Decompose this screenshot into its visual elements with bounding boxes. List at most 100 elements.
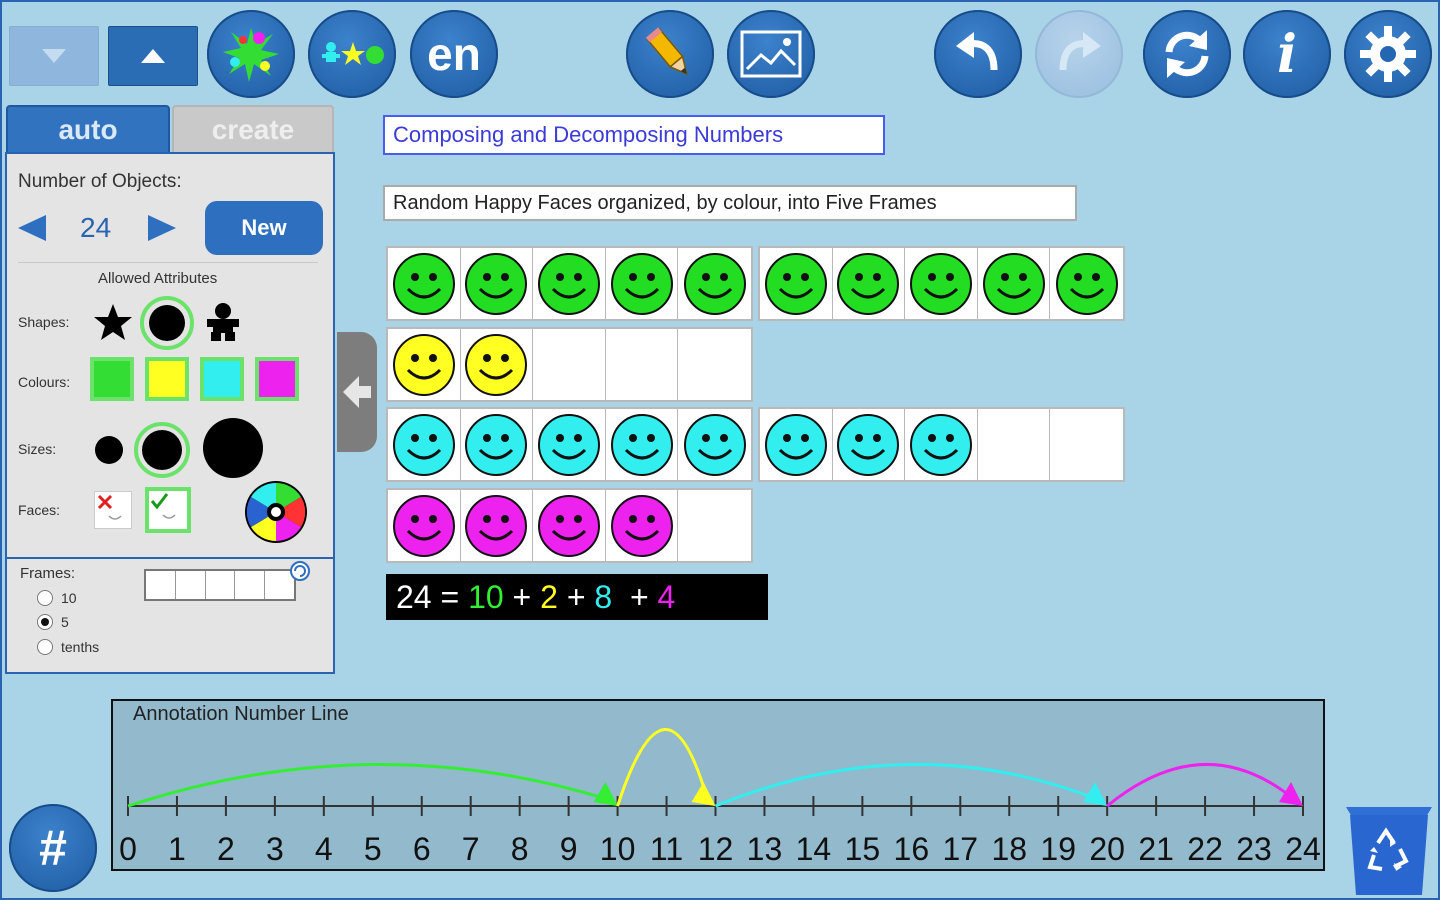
happy-face-green[interactable] [837, 252, 900, 315]
equation-term: 10 [468, 578, 504, 615]
number-line-tick-label: 14 [796, 831, 832, 867]
number-line-tick-label: 20 [1089, 831, 1125, 867]
size-small-option[interactable] [95, 436, 123, 464]
tab-create[interactable]: create [172, 105, 334, 155]
frame-preview [144, 569, 296, 601]
refresh-button[interactable] [1143, 10, 1231, 98]
frame-radio-10[interactable] [37, 590, 53, 606]
happy-face-green[interactable] [537, 252, 600, 315]
colour-swatch-magenta[interactable] [255, 357, 299, 401]
undo-button[interactable] [934, 10, 1022, 98]
collapse-panel-handle[interactable] [337, 332, 377, 452]
page-subtitle-text: Random Happy Faces organized, by colour,… [393, 191, 937, 214]
jump-arc[interactable] [1106, 762, 1296, 808]
happy-face-cyan[interactable] [837, 413, 900, 476]
equation-term: 8 [594, 578, 613, 615]
jump-arrowhead [691, 782, 716, 806]
scroll-up-button[interactable] [108, 26, 198, 86]
happy-face-magenta[interactable] [610, 494, 673, 557]
happy-face-green[interactable] [1055, 252, 1118, 315]
number-line-tick-label: 13 [747, 831, 783, 867]
annotation-number-line[interactable]: Annotation Number Line 0 1 2 3 4 5 6 7 8 9 10 11 12 1… [111, 699, 1325, 871]
happy-face-yellow[interactable] [465, 333, 528, 396]
shapes-label: Shapes: [18, 314, 70, 330]
faces-off-option[interactable] [94, 491, 132, 529]
happy-face-cyan[interactable] [764, 413, 827, 476]
scroll-down-button[interactable] [9, 26, 99, 86]
circle-shape-icon [149, 305, 185, 341]
image-icon [740, 30, 802, 78]
frame-option-10-label: 10 [61, 590, 77, 606]
frame-radio-tenths[interactable] [37, 639, 53, 655]
colour-swatch-cyan[interactable] [200, 357, 244, 401]
happy-face-green[interactable] [465, 252, 528, 315]
background-image-button[interactable] [727, 10, 815, 98]
size-medium-option[interactable] [134, 422, 190, 478]
number-line-canvas[interactable]: 0 1 2 3 4 5 6 7 8 9 10 11 12 13 14 15 16 17 18 19 20 21 22 23 24 [113, 701, 1323, 869]
happy-face-green[interactable] [982, 252, 1045, 315]
happy-face-cyan[interactable] [683, 413, 746, 476]
colour-swatch-green[interactable] [90, 357, 134, 401]
splat-tool-button[interactable] [207, 10, 295, 98]
jump-arc[interactable] [714, 762, 1100, 808]
frame-cell [461, 329, 534, 400]
number-tool-button[interactable]: # [9, 804, 97, 892]
star-shape-icon[interactable] [93, 302, 133, 342]
decrease-arrow-icon[interactable] [16, 213, 48, 243]
happy-face-cyan[interactable] [392, 413, 455, 476]
new-button[interactable]: New [205, 201, 323, 255]
info-button[interactable]: i [1243, 10, 1331, 98]
colour-swatch-yellow[interactable] [145, 357, 189, 401]
faces-on-option[interactable] [145, 487, 191, 533]
happy-face-green[interactable] [909, 252, 972, 315]
happy-face-cyan[interactable] [610, 413, 673, 476]
divider [7, 557, 333, 559]
happy-face-green[interactable] [610, 252, 673, 315]
pencil-button[interactable] [626, 10, 714, 98]
five-frame [758, 407, 1125, 482]
redo-button[interactable] [1035, 10, 1123, 98]
frame-cell [978, 248, 1051, 319]
five-frame [386, 246, 753, 321]
frames-label: Frames: [20, 565, 76, 582]
colours-label: Colours: [18, 374, 71, 390]
rotate-frame-icon[interactable] [290, 561, 310, 581]
happy-face-magenta[interactable] [392, 494, 455, 557]
number-line-tick-label: 12 [698, 831, 734, 867]
tab-create-label: create [211, 114, 295, 145]
jump-arc[interactable] [616, 728, 709, 807]
equation-plus: + [629, 578, 649, 615]
face-picker-wheel-icon[interactable] [244, 480, 308, 544]
number-line-tick-label: 11 [650, 831, 683, 867]
size-large-option[interactable] [203, 418, 263, 478]
happy-face-cyan[interactable] [537, 413, 600, 476]
frame-cell [388, 409, 461, 480]
jump-arc[interactable] [127, 762, 611, 808]
frame-cell [606, 490, 679, 561]
frame-radio-5[interactable] [37, 614, 53, 630]
number-line-tick-label: 23 [1236, 831, 1272, 867]
happy-face-yellow[interactable] [392, 333, 455, 396]
frame-cell [978, 409, 1051, 480]
circle-shape-option[interactable] [140, 296, 194, 350]
number-line-tick-label: 5 [364, 831, 382, 867]
recycle-bin-button[interactable] [1344, 805, 1434, 895]
happy-face-green[interactable] [683, 252, 746, 315]
happy-face-cyan[interactable] [909, 413, 972, 476]
happy-face-cyan[interactable] [465, 413, 528, 476]
happy-face-green[interactable] [392, 252, 455, 315]
hash-icon: # [39, 820, 67, 876]
tab-auto-label: auto [58, 114, 118, 145]
language-button[interactable]: en [410, 10, 498, 98]
increase-arrow-icon[interactable] [146, 213, 178, 243]
five-frame [386, 327, 753, 402]
happy-face-magenta[interactable] [465, 494, 528, 557]
happy-face-magenta[interactable] [537, 494, 600, 557]
tab-auto[interactable]: auto [6, 105, 170, 155]
settings-button[interactable] [1344, 10, 1432, 98]
happy-face-green[interactable] [764, 252, 827, 315]
attributes-button[interactable] [308, 10, 396, 98]
person-shape-icon[interactable] [203, 302, 243, 342]
page-subtitle[interactable]: Random Happy Faces organized, by colour,… [383, 185, 1077, 221]
page-title[interactable]: Composing and Decomposing Numbers [383, 115, 885, 155]
